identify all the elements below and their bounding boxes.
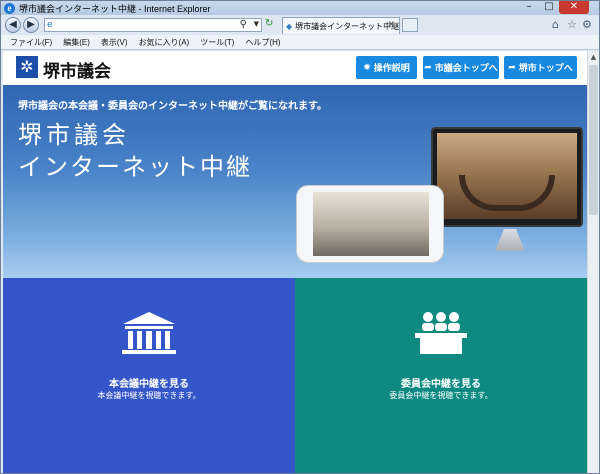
plenary-stream-tile[interactable]: 本会議中継を見る 本会議中継を視聴できます。 <box>3 278 295 473</box>
window-controls: – □ ✕ <box>519 1 589 14</box>
city-top-button[interactable]: ➦ 堺市トップへ <box>504 56 577 79</box>
committee-tile-title: 委員会中継を見る <box>401 379 481 390</box>
maximize-button[interactable]: □ <box>539 1 559 14</box>
gear-icon[interactable]: ⚙ <box>582 18 592 31</box>
menu-favorites[interactable]: お気に入り(A) <box>139 37 190 48</box>
window-title: 堺市議会インターネット中継 - Internet Explorer <box>19 3 211 14</box>
refresh-icon[interactable]: ↻ <box>265 18 273 29</box>
hero-banner: 堺市議会の本会議・委員会のインターネット中継がご覧になれます。 堺市議会 インタ… <box>3 85 587 278</box>
site-header: ✲ 堺市議会 ✹ 操作説明 ➦ 市議会トップへ ➦ 堺市トップへ <box>3 51 587 85</box>
navigation-bar: ◀ ▶ e ⚲ ▼ ↻ ◆ 堺市議会インターネット中継 ✕ ⌂ ☆ ⚙ <box>1 15 599 35</box>
city-emblem-icon: ✲ <box>16 56 38 78</box>
menu-file[interactable]: ファイル(F) <box>10 37 52 48</box>
committee-stream-tile[interactable]: 委員会中継を見る 委員会中継を視聴できます。 <box>295 278 587 473</box>
committee-tile-subtitle: 委員会中継を視聴できます。 <box>389 391 493 400</box>
favorites-star-icon[interactable]: ☆ <box>567 18 577 31</box>
plenary-tile-title: 本会議中継を見る <box>109 379 189 390</box>
hero-lead-text: 堺市議会の本会議・委員会のインターネット中継がご覧になれます。 <box>18 101 327 112</box>
home-icon[interactable]: ⌂ <box>552 18 559 31</box>
menu-tools[interactable]: ツール(T) <box>200 37 234 48</box>
plenary-tile-subtitle: 本会議中継を視聴できます。 <box>97 391 201 400</box>
page-icon: e <box>47 20 53 30</box>
assembly-hall-icon <box>122 312 176 354</box>
menu-bar: ファイル(F) 編集(E) 表示(V) お気に入り(A) ツール(T) ヘルプ(… <box>1 35 599 50</box>
monitor-image <box>431 127 583 227</box>
help-button[interactable]: ✹ 操作説明 <box>356 56 417 79</box>
site-logo-text[interactable]: 堺市議会 <box>43 57 111 82</box>
tab-active[interactable]: ◆ 堺市議会インターネット中継 ✕ <box>282 17 400 34</box>
chevron-down-icon[interactable]: ▼ <box>254 20 259 28</box>
vertical-scrollbar[interactable]: ▲ <box>587 51 599 473</box>
gear-icon: ✹ <box>363 62 371 73</box>
help-button-label: 操作説明 <box>373 64 410 74</box>
address-bar[interactable]: e ⚲ ▼ <box>44 18 262 32</box>
title-bar: e 堺市議会インターネット中継 - Internet Explorer – □ … <box>1 1 599 15</box>
page-content: ✲ 堺市議会 ✹ 操作説明 ➦ 市議会トップへ ➦ 堺市トップへ 堺市議会の本会… <box>3 51 587 473</box>
committee-room-image <box>313 192 429 256</box>
search-icon[interactable]: ⚲ <box>240 19 247 30</box>
committee-icon <box>415 312 467 354</box>
close-tab-icon[interactable]: ✕ <box>387 20 395 30</box>
tab-label: 堺市議会インターネット中継 <box>295 21 400 31</box>
ie-logo-icon: e <box>4 2 15 14</box>
arrow-icon: ➦ <box>508 62 516 73</box>
hero-title-line2: インターネット中継 <box>18 153 252 181</box>
assembly-hall-image <box>437 133 577 219</box>
new-tab-button[interactable] <box>402 18 418 32</box>
smartphone-image <box>296 185 444 263</box>
council-top-label: 市議会トップへ <box>434 64 498 74</box>
menu-edit[interactable]: 編集(E) <box>63 37 90 48</box>
seating-arc <box>459 175 555 211</box>
browser-window: e 堺市議会インターネット中継 - Internet Explorer – □ … <box>0 0 600 474</box>
council-top-button[interactable]: ➦ 市議会トップへ <box>423 56 499 79</box>
menu-help[interactable]: ヘルプ(H) <box>245 37 280 48</box>
city-top-label: 堺市トップへ <box>518 64 573 74</box>
close-window-button[interactable]: ✕ <box>559 1 589 14</box>
scroll-up-icon[interactable]: ▲ <box>588 51 599 63</box>
menu-view[interactable]: 表示(V) <box>101 37 128 48</box>
minimize-button[interactable]: – <box>519 1 539 14</box>
tab-favicon-icon: ◆ <box>286 21 293 31</box>
hero-title-line1: 堺市議会 <box>18 121 130 149</box>
back-button[interactable]: ◀ <box>5 17 21 33</box>
arrow-icon: ➦ <box>424 62 432 73</box>
forward-button[interactable]: ▶ <box>23 17 39 33</box>
monitor-stand <box>495 229 525 251</box>
scroll-thumb[interactable] <box>589 65 598 215</box>
